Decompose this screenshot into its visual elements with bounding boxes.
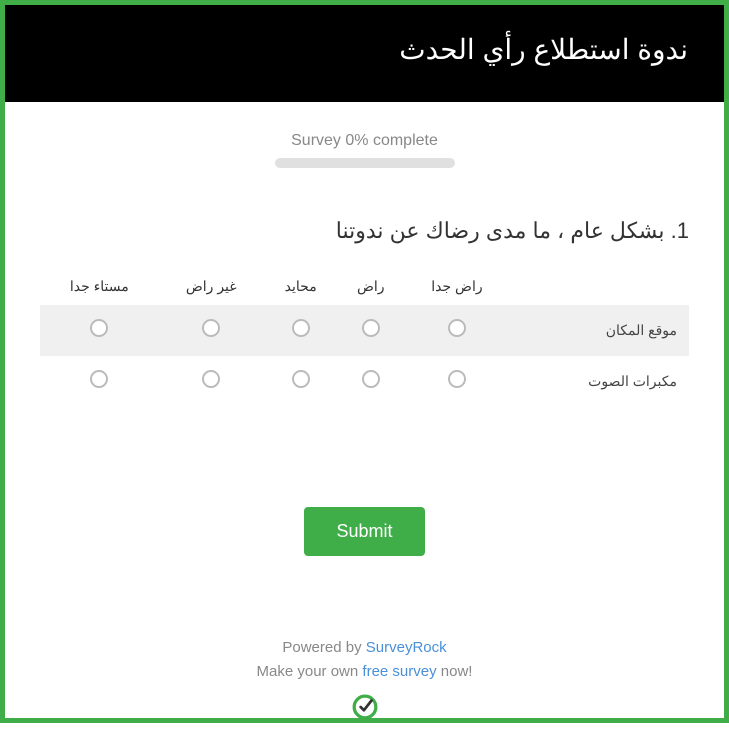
radio-1-3[interactable] bbox=[202, 370, 220, 388]
progress-bar bbox=[275, 158, 455, 168]
question-number: 1. bbox=[671, 218, 689, 243]
matrix-header-row: راض جدا راض محايد غير راض مستاء جدا bbox=[40, 268, 689, 305]
submit-button[interactable]: Submit bbox=[304, 507, 424, 556]
footer: Powered by SurveyRock Make your own free… bbox=[25, 636, 704, 728]
survey-header: ندوة استطلاع رأي الحدث bbox=[5, 5, 724, 102]
footer-make-suffix: now! bbox=[437, 663, 473, 680]
radio-0-4[interactable] bbox=[90, 319, 108, 337]
matrix-header-empty bbox=[510, 268, 689, 305]
radio-0-0[interactable] bbox=[448, 319, 466, 337]
question-title: 1. بشكل عام ، ما مدى رضاك عن ندوتنا bbox=[40, 218, 689, 244]
matrix-col-4: مستاء جدا bbox=[40, 268, 159, 305]
radio-0-3[interactable] bbox=[202, 319, 220, 337]
survey-content: Survey 0% complete 1. بشكل عام ، ما مدى … bbox=[5, 102, 724, 748]
matrix-table: راض جدا راض محايد غير راض مستاء جدا موقع… bbox=[40, 268, 689, 407]
matrix-col-2: محايد bbox=[264, 268, 338, 305]
table-row: مكبرات الصوت bbox=[40, 356, 689, 407]
matrix-col-3: غير راض bbox=[159, 268, 264, 305]
footer-make-prefix: Make your own bbox=[257, 663, 363, 680]
table-row: موقع المكان bbox=[40, 305, 689, 356]
radio-0-2[interactable] bbox=[292, 319, 310, 337]
radio-0-1[interactable] bbox=[362, 319, 380, 337]
survey-frame: ندوة استطلاع رأي الحدث Survey 0% complet… bbox=[0, 0, 729, 723]
footer-make-link[interactable]: free survey bbox=[362, 663, 436, 680]
radio-1-2[interactable] bbox=[292, 370, 310, 388]
matrix-col-1: راض bbox=[338, 268, 404, 305]
row-label-1: مكبرات الصوت bbox=[510, 356, 689, 407]
question-text: بشكل عام ، ما مدى رضاك عن ندوتنا bbox=[336, 218, 665, 243]
footer-powered-prefix: Powered by bbox=[282, 639, 365, 656]
footer-powered: Powered by SurveyRock bbox=[25, 636, 704, 660]
question-block: 1. بشكل عام ، ما مدى رضاك عن ندوتنا راض … bbox=[25, 218, 704, 407]
radio-1-0[interactable] bbox=[448, 370, 466, 388]
row-label-0: موقع المكان bbox=[510, 305, 689, 356]
survey-title: ندوة استطلاع رأي الحدث bbox=[399, 34, 688, 65]
matrix-col-0: راض جدا bbox=[404, 268, 510, 305]
radio-1-1[interactable] bbox=[362, 370, 380, 388]
footer-make: Make your own free survey now! bbox=[25, 660, 704, 684]
radio-1-4[interactable] bbox=[90, 370, 108, 388]
progress-label: Survey 0% complete bbox=[25, 132, 704, 150]
footer-powered-link[interactable]: SurveyRock bbox=[366, 639, 447, 656]
progress-section: Survey 0% complete bbox=[25, 132, 704, 168]
submit-section: Submit bbox=[25, 507, 704, 556]
